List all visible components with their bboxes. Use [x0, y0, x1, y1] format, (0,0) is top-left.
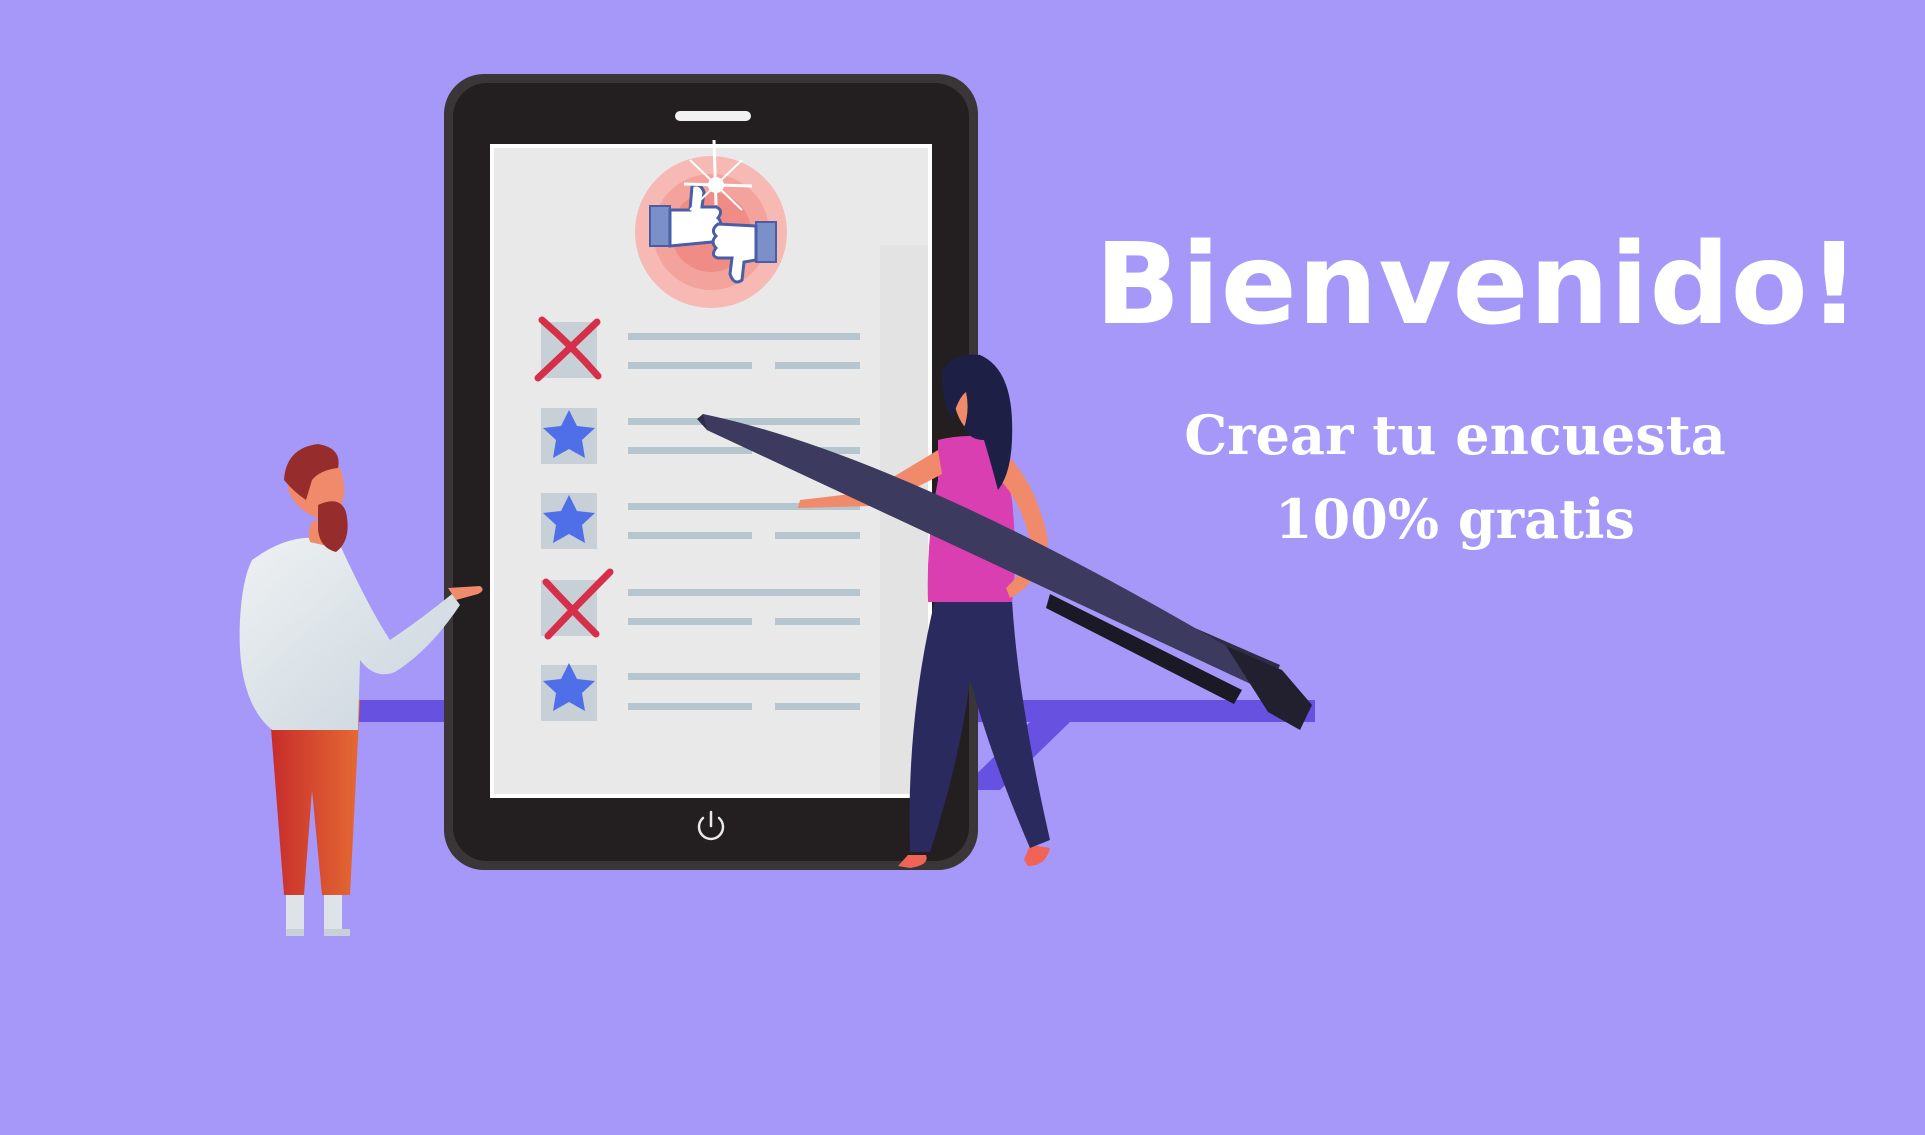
- survey-illustration: [239, 74, 1315, 936]
- tablet-speaker: [675, 111, 751, 121]
- welcome-title: Bienvenido!: [1095, 220, 1861, 350]
- welcome-subtitle: Crear tu encuesta 100% gratis: [1120, 393, 1790, 561]
- welcome-banner: Bienvenido! Crear tu encuesta 100% grati…: [0, 0, 1925, 1135]
- subtitle-line-2: 100% gratis: [1275, 487, 1635, 551]
- subtitle-line-1: Crear tu encuesta: [1184, 403, 1726, 467]
